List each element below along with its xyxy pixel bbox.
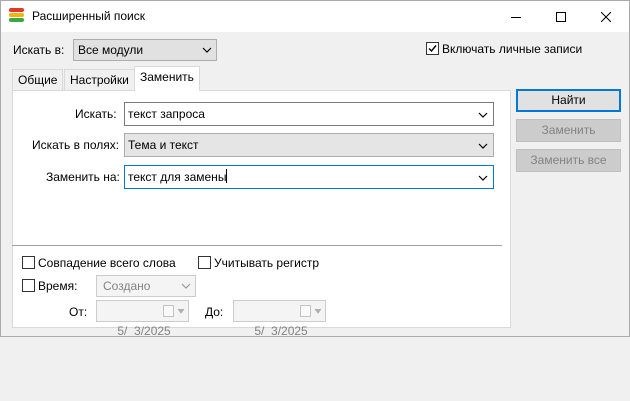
whole-word-label: Совпадение всего слова [38, 256, 176, 270]
search-in-label: Искать в: [13, 43, 65, 57]
chevron-down-icon[interactable] [478, 174, 488, 182]
whole-word-checkbox[interactable] [22, 256, 35, 269]
from-date-value: 5/ 3/2025 [117, 324, 171, 338]
minimize-icon [510, 16, 521, 18]
match-case-label: Учитывать регистр [214, 256, 320, 270]
tab-replace[interactable]: Заменить [134, 66, 200, 91]
replace-with-value: текст для замены [128, 170, 227, 184]
search-fields-dropdown[interactable]: Тема и текст [124, 133, 494, 157]
search-query-value: текст запроса [128, 107, 205, 121]
time-checkbox[interactable] [22, 279, 35, 292]
time-type-value: Создано [103, 279, 151, 293]
chevron-down-icon [181, 283, 191, 289]
replace-with-input[interactable]: текст для замены [124, 165, 494, 189]
search-fields-label: Искать в полях: [32, 138, 120, 152]
tab-settings[interactable]: Настройки [64, 69, 135, 91]
replace-button[interactable]: Заменить [516, 119, 621, 142]
from-date-picker[interactable]: 5/ 3/2025 [96, 300, 189, 338]
chevron-down-icon [478, 143, 488, 149]
search-query-input[interactable]: текст запроса [124, 102, 494, 126]
time-type-dropdown[interactable]: Создано [96, 275, 196, 297]
close-icon [600, 11, 611, 22]
replace-all-button[interactable]: Заменить все [516, 149, 621, 172]
divider [12, 245, 502, 246]
to-date-picker[interactable]: 5/ 3/2025 [233, 300, 326, 338]
search-field-label: Искать: [75, 107, 117, 121]
maximize-button[interactable] [538, 1, 583, 32]
chevron-down-icon [177, 308, 185, 314]
include-private-label: Включать личные записи [442, 42, 583, 56]
app-stripes-icon [9, 8, 25, 24]
minimize-button[interactable] [493, 1, 538, 32]
match-case-checkbox[interactable] [198, 256, 211, 269]
from-date-checkbox[interactable] [163, 305, 174, 317]
text-caret [226, 169, 228, 183]
to-date-checkbox[interactable] [300, 305, 311, 317]
advanced-search-window: Расширенный поиск Искать в: Все модули В… [0, 0, 630, 338]
from-label: От: [69, 305, 88, 319]
search-in-dropdown[interactable]: Все модули [73, 39, 217, 61]
search-fields-value: Тема и текст [128, 138, 199, 152]
to-label: До: [205, 305, 224, 319]
to-date-value: 5/ 3/2025 [254, 324, 308, 338]
search-in-value: Все модули [78, 43, 144, 57]
close-button[interactable] [583, 1, 628, 32]
maximize-icon [555, 11, 566, 22]
include-private-checkbox[interactable] [426, 42, 439, 55]
checkmark-icon [428, 45, 437, 53]
tab-general[interactable]: Общие [12, 69, 64, 91]
chevron-down-icon [314, 308, 322, 314]
replace-with-label: Заменить на: [46, 170, 120, 184]
chevron-down-icon [202, 47, 212, 53]
title-bar: Расширенный поиск [1, 1, 629, 32]
time-label: Время: [38, 279, 78, 293]
window-title: Расширенный поиск [32, 9, 145, 23]
chevron-down-icon[interactable] [478, 111, 488, 119]
find-button[interactable]: Найти [516, 89, 621, 112]
